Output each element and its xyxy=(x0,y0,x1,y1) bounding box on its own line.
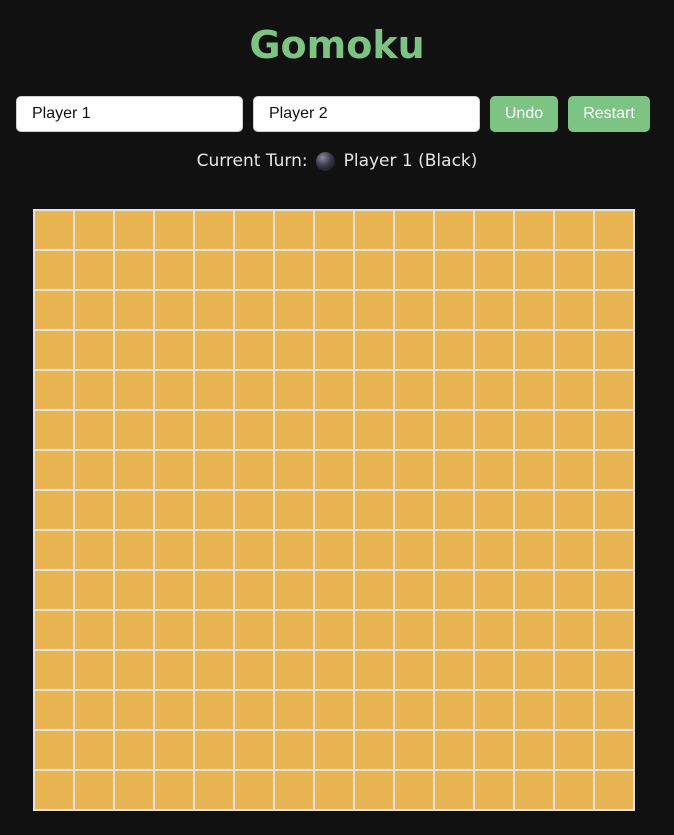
black-stone-icon xyxy=(315,151,335,171)
restart-button[interactable]: Restart xyxy=(568,96,650,132)
player1-name-input[interactable] xyxy=(16,96,243,132)
game-title: Gomoku xyxy=(249,23,425,67)
turn-indicator: Current Turn: Player 1 (Black) xyxy=(0,148,674,174)
game-board[interactable] xyxy=(33,209,635,811)
player2-name-input[interactable] xyxy=(253,96,480,132)
current-player-text: Player 1 (Black) xyxy=(343,151,478,171)
undo-button[interactable]: Undo xyxy=(490,96,558,132)
turn-label: Current Turn: xyxy=(196,151,308,171)
